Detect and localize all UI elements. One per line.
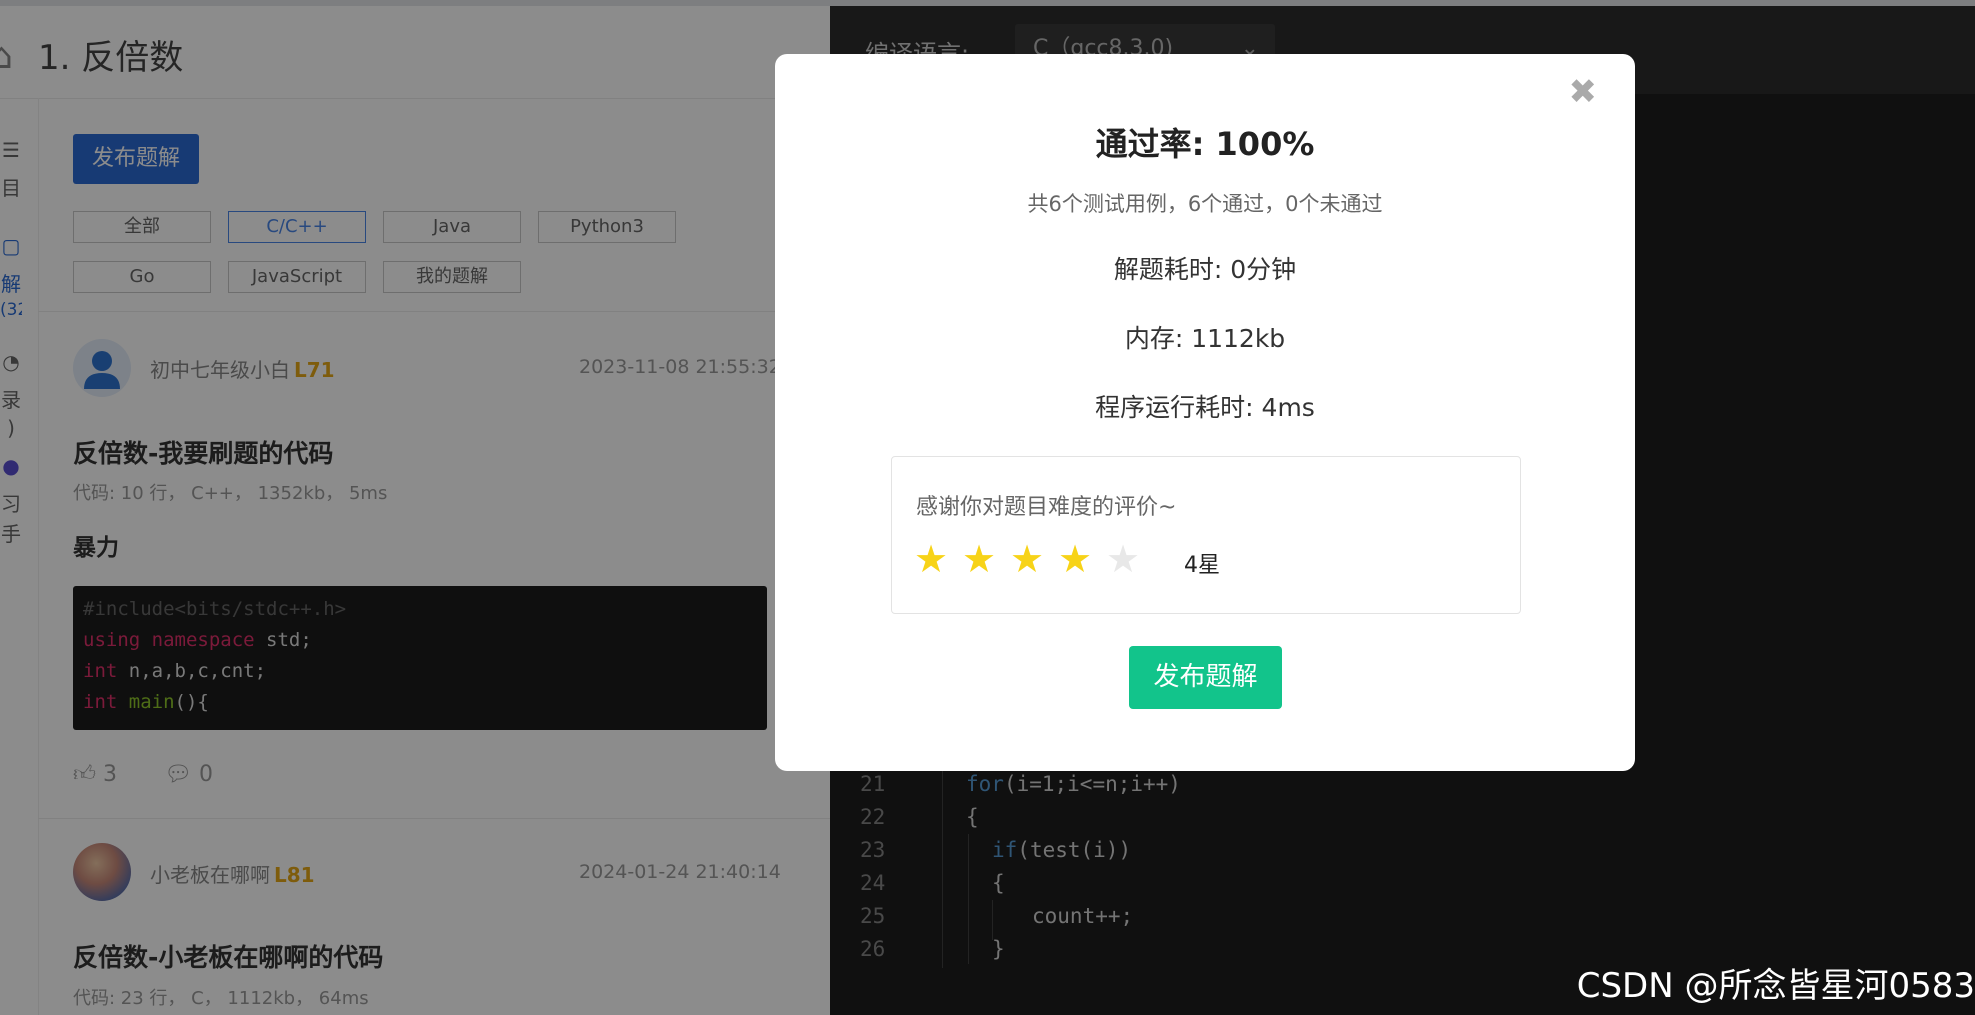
star-icon[interactable]: ★ <box>962 539 1010 579</box>
test-case-summary: 共6个测试用例，6个通过，0个未通过 <box>1027 192 1383 216</box>
star-icon[interactable]: ★ <box>1058 539 1106 579</box>
star-icon[interactable]: ★ <box>1010 539 1058 579</box>
pass-rate-title: 通过率: 100% <box>1095 125 1315 163</box>
memory-usage: 内存: 1112kb <box>1124 324 1286 353</box>
watermark: CSDN @所念皆星河0583 <box>1576 966 1975 1006</box>
publish-solution-button[interactable]: 发布题解 <box>1129 646 1282 709</box>
solve-time: 解题耗时: 0分钟 <box>1113 255 1297 284</box>
result-dialog: ✖ 通过率: 100% 共6个测试用例，6个通过，0个未通过 解题耗时: 0分钟… <box>775 54 1635 771</box>
rating-value: 4星 <box>1184 553 1220 578</box>
star-icon[interactable]: ★ <box>1106 539 1154 579</box>
close-icon[interactable]: ✖ <box>1569 72 1598 112</box>
star-rating[interactable]: ★ ★ ★ ★ ★ <box>914 539 1154 579</box>
run-time: 程序运行耗时: 4ms <box>1095 393 1315 422</box>
rating-prompt: 感谢你对题目难度的评价~ <box>916 495 1177 520</box>
star-icon[interactable]: ★ <box>914 539 962 579</box>
difficulty-rating-box: 感谢你对题目难度的评价~ ★ ★ ★ ★ ★ 4星 <box>891 456 1521 614</box>
